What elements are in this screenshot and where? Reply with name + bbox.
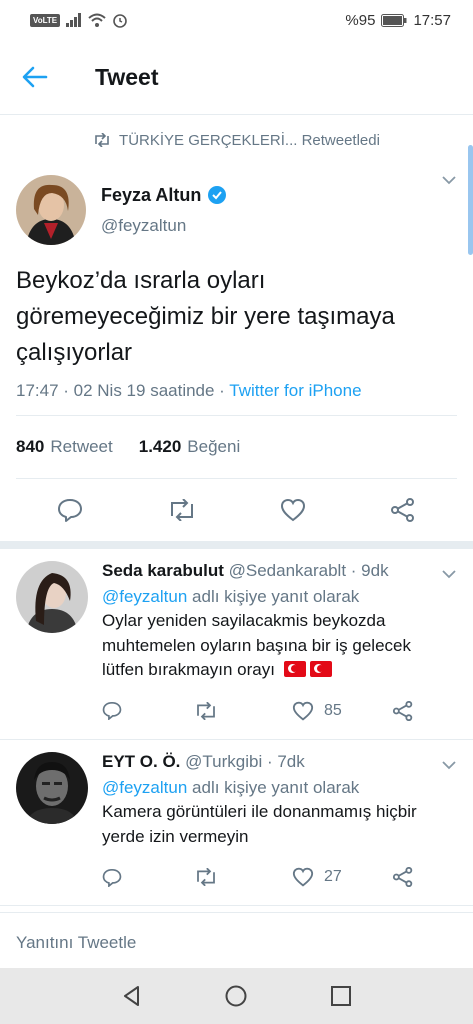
retweet-icon[interactable] [194, 701, 218, 720]
section-divider [0, 541, 473, 549]
battery-icon [381, 13, 407, 27]
reply-icon[interactable] [102, 868, 122, 887]
retweet-action[interactable] [194, 868, 292, 887]
replying-to-mention[interactable]: @feyzaltun [102, 587, 187, 606]
arrow-left-icon [22, 66, 48, 88]
retweet-icon[interactable] [167, 499, 197, 521]
reply-text-content: Oylar yeniden sayilacakmis beykozda muht… [102, 611, 411, 680]
reply-author-handle[interactable]: @Turkgibi [185, 752, 262, 771]
clock: 17:57 [413, 11, 451, 29]
retweet-count[interactable]: 840 [16, 437, 44, 457]
chevron-down-icon[interactable] [441, 175, 457, 185]
nav-back-icon[interactable] [121, 985, 143, 1007]
tweet-text: Beykoz’da ısrarla oyları göremeyeceğimiz… [16, 267, 395, 366]
nav-home-icon[interactable] [224, 984, 248, 1008]
reply-author-name[interactable]: Seda karabulut [102, 561, 224, 580]
like-count[interactable]: 1.420 [139, 437, 182, 457]
status-bar: VoLTE %95 17:57 [0, 0, 473, 40]
avatar[interactable] [16, 751, 88, 824]
reply-body: Seda karabulut @Sedankarablt · 9dk @feyz… [102, 561, 457, 739]
tweet-timestamp: 17:47 · 02 Nis 19 saatinde · [16, 381, 230, 400]
turkey-flag-icon [283, 661, 306, 678]
author-name-row: Feyza Altun [101, 185, 227, 206]
reply-item[interactable]: Seda karabulut @Sedankarablt · 9dk @feyz… [0, 549, 473, 740]
page-title: Tweet [95, 63, 159, 90]
app-bar: Tweet [0, 40, 473, 115]
reply-time: · 7dk [262, 751, 305, 771]
reply-text: Kamera görüntüleri ile donanmamış hiçbir… [102, 801, 417, 846]
alarm-icon [113, 14, 127, 28]
back-button[interactable] [0, 40, 70, 115]
avatar[interactable] [16, 175, 86, 245]
reply-compose-input[interactable]: Yanıtını Tweetle [0, 912, 473, 972]
heart-icon[interactable] [292, 701, 314, 721]
tweet-author[interactable]: Feyza Altun @feyzaltun [0, 165, 473, 255]
reply-text: Oylar yeniden sayilacakmis beykozda muht… [102, 609, 457, 683]
battery-percent: %95 [345, 11, 376, 29]
chevron-down-icon[interactable] [441, 569, 457, 579]
tweet-actions [0, 479, 473, 541]
author-name[interactable]: Feyza Altun [101, 185, 201, 206]
replying-to-suffix: adlı kişiye yanıt olarak [187, 587, 360, 606]
share-icon[interactable] [392, 867, 414, 888]
verified-badge-icon [208, 186, 227, 204]
reply-body: EYT O. Ö. @Turkgibi · 7dk @feyzaltun adl… [102, 752, 457, 905]
replying-to: @feyzaltun adlı kişiye yanıt olarak [102, 778, 457, 798]
heart-icon[interactable] [280, 498, 306, 522]
replying-to-mention[interactable]: @feyzaltun [102, 778, 187, 797]
author-names: Feyza Altun @feyzaltun [101, 185, 227, 236]
wifi-icon [88, 13, 106, 27]
status-bar-left: VoLTE [30, 12, 128, 28]
retweet-context-text: TÜRKİYE GERÇEKLERİ... Retweetledi [119, 131, 380, 149]
reply-actions: 85 [102, 683, 457, 739]
reply-action[interactable] [102, 701, 194, 721]
reply-actions: 27 [102, 849, 457, 905]
author-handle[interactable]: @feyzaltun [101, 216, 227, 236]
share-action[interactable] [392, 700, 414, 721]
share-action[interactable] [392, 867, 414, 888]
reply-header: Seda karabulut @Sedankarablt · 9dk [102, 561, 457, 581]
tweet-source-link[interactable]: Twitter for iPhone [229, 381, 361, 400]
reply-icon[interactable] [102, 701, 122, 721]
status-bar-right: %95 17:57 [345, 12, 451, 29]
nav-recents-icon[interactable] [330, 985, 352, 1007]
heart-icon[interactable] [292, 867, 314, 887]
system-nav-bar [0, 968, 473, 1024]
reply-author-handle[interactable]: @Sedankarablt [229, 561, 346, 580]
avatar[interactable] [16, 561, 88, 633]
reply-icon[interactable] [57, 498, 83, 522]
volte-indicator: VoLTE [30, 13, 61, 27]
tweet-counts: 840 Retweet 1.420 Beğeni [0, 416, 473, 478]
tweet-meta: 17:47 · 02 Nis 19 saatinde · Twitter for… [0, 381, 473, 415]
retweet-icon[interactable] [194, 868, 218, 887]
reply-action[interactable] [102, 868, 194, 887]
chevron-down-icon[interactable] [441, 760, 457, 770]
replying-to: @feyzaltun adlı kişiye yanıt olarak [102, 587, 457, 607]
like-action[interactable]: 27 [292, 867, 392, 887]
like-count-label[interactable]: Beğeni [187, 437, 240, 457]
retweet-action[interactable] [194, 701, 292, 720]
share-icon[interactable] [390, 498, 416, 522]
share-icon[interactable] [392, 700, 414, 721]
like-count: 85 [324, 701, 342, 719]
retweet-count-label[interactable]: Retweet [50, 437, 112, 457]
turkey-flag-icon [309, 661, 332, 678]
reply-header: EYT O. Ö. @Turkgibi · 7dk [102, 752, 457, 772]
like-count: 27 [324, 868, 342, 886]
like-action[interactable]: 85 [292, 701, 392, 721]
retweet-icon [95, 133, 109, 147]
replying-to-suffix: adlı kişiye yanıt olarak [187, 777, 360, 797]
reply-item[interactable]: EYT O. Ö. @Turkgibi · 7dk @feyzaltun adl… [0, 740, 473, 907]
reply-author-name[interactable]: EYT O. Ö. [102, 752, 180, 771]
retweet-context[interactable]: TÜRKİYE GERÇEKLERİ... Retweetledi [0, 115, 473, 165]
signal-icon [66, 13, 82, 27]
reply-time: · 9dk [346, 561, 389, 580]
